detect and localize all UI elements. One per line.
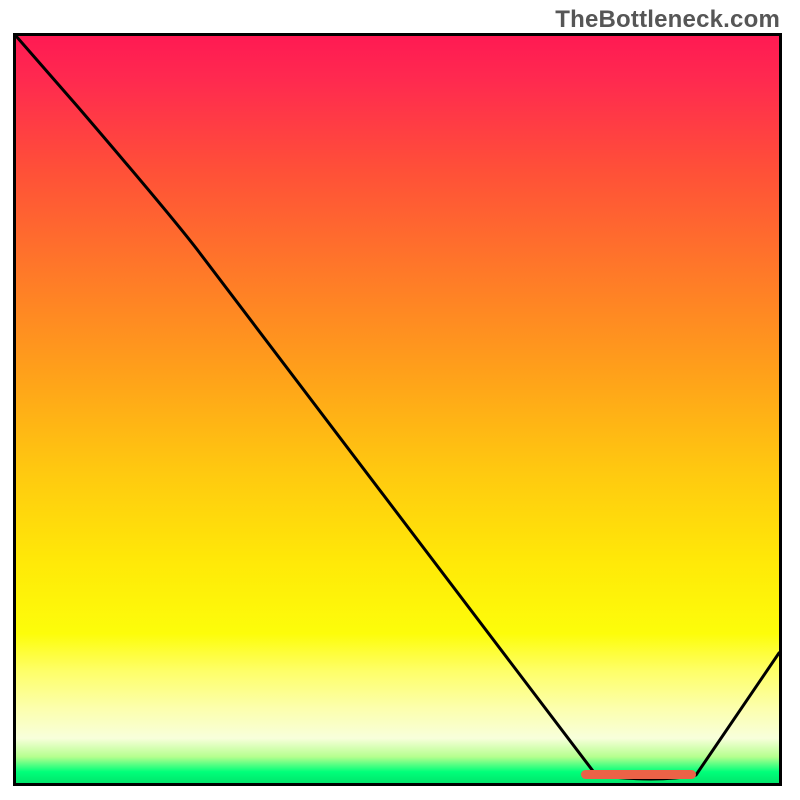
background-gradient (16, 36, 779, 783)
chart-frame (13, 33, 782, 786)
attribution-text: TheBottleneck.com (555, 6, 780, 34)
optimal-range-marker (581, 770, 696, 779)
